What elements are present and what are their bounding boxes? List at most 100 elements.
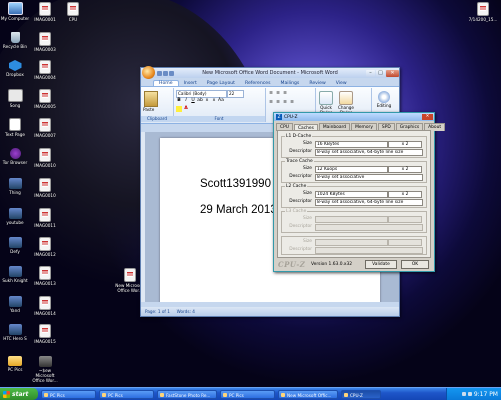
- taskbar-item-pc-pics-3[interactable]: PC Pics: [220, 389, 275, 399]
- windows-logo-icon: [3, 390, 10, 398]
- l2-cache-group: L2 Cache Size 1024 KBytes x 2 Descriptor 8-…: [281, 184, 427, 208]
- desktop-icon-imag0014[interactable]: IMAG0014: [30, 296, 60, 316]
- l2-descriptor-label: Descriptor: [289, 199, 312, 204]
- desktop-icon-text-page[interactable]: Text Page: [0, 118, 30, 137]
- image-file-icon: [39, 148, 51, 162]
- taskbar-item-cpuz[interactable]: CPU-Z: [341, 389, 381, 399]
- system-tray: 9:17 PM: [446, 388, 501, 400]
- image-file-icon: [39, 237, 51, 251]
- desktop-icon-youtube[interactable]: youtube: [0, 208, 30, 225]
- highlight-color-button[interactable]: [176, 106, 182, 112]
- underline-button[interactable]: U: [190, 98, 196, 104]
- word-status-bar: Page: 1 of 1 Words: 4: [141, 307, 399, 316]
- paste-icon[interactable]: [144, 91, 158, 107]
- editing-button[interactable]: Editing: [375, 91, 393, 109]
- close-button[interactable]: ✕: [386, 69, 399, 77]
- trace-size-value: 12 Kuops: [315, 166, 388, 173]
- change-styles-icon: [339, 91, 353, 105]
- bullets-icon[interactable]: ≡: [268, 91, 274, 97]
- desktop-icon-imag0003[interactable]: IMAG0003: [30, 32, 60, 52]
- font-size-select[interactable]: 22: [227, 90, 244, 98]
- taskbar-item-faststone[interactable]: FastStone Photo Re...: [157, 389, 217, 399]
- cpuz-close-button[interactable]: ✕: [422, 114, 433, 120]
- desktop-icon-imag0005[interactable]: IMAG0005: [30, 89, 60, 109]
- cpuz-caches-panel: L1 D-Cache Size 16 KBytes x 2 Descriptor 8-…: [277, 130, 431, 258]
- word-title-bar[interactable]: New Microsoft Office Word Document - Mic…: [141, 65, 399, 79]
- italic-button[interactable]: I: [183, 98, 189, 104]
- desktop-icon-recycle-bin[interactable]: Recycle Bin: [0, 32, 30, 49]
- desktop-icon-thing[interactable]: Thing: [0, 178, 30, 195]
- align-center-icon[interactable]: ≡: [275, 100, 281, 106]
- desktop-icon-pc-pics[interactable]: PC Pics: [0, 356, 30, 372]
- cpuz-version: Version 1.63.0.x32: [311, 262, 353, 267]
- desktop-icon-imag0004[interactable]: IMAG0004: [30, 60, 60, 80]
- desktop-icon-tor-browser[interactable]: Tor Browser: [0, 148, 30, 165]
- desktop-icon-defy[interactable]: Defy: [0, 237, 30, 254]
- save-icon[interactable]: [157, 70, 162, 76]
- office-button-icon[interactable]: [142, 65, 155, 79]
- volume-icon[interactable]: [467, 392, 472, 396]
- desktop-icon-song[interactable]: Song: [0, 89, 30, 108]
- taskbar-item-pc-pics-1[interactable]: PC Pics: [41, 389, 96, 399]
- align-left-icon[interactable]: ≡: [268, 100, 274, 106]
- desktop-icon-imag0013[interactable]: IMAG0013: [30, 266, 60, 286]
- multilevel-list-icon[interactable]: ≡: [282, 91, 288, 97]
- desktop-icon-sukh-knight[interactable]: Sukh Knight: [0, 266, 30, 283]
- desktop-icon-imag0010[interactable]: IMAG0010: [30, 148, 60, 168]
- document-icon: [67, 2, 79, 16]
- image-file-icon: [39, 324, 51, 338]
- status-word-count[interactable]: Words: 4: [177, 309, 195, 314]
- start-button[interactable]: start: [0, 388, 38, 400]
- taskbar-item-pc-pics-2[interactable]: PC Pics: [99, 389, 154, 399]
- app-icon: [8, 237, 22, 248]
- taskbar-item-word[interactable]: New Microsoft Offic...: [278, 389, 338, 399]
- cpuz-window[interactable]: Z CPU-Z ✕ CPU Caches Mainboard Memory SP…: [273, 112, 446, 272]
- image-file-icon: [39, 32, 51, 46]
- desktop-icon-imag0010-b[interactable]: IMAG0010: [30, 178, 60, 198]
- clock[interactable]: 9:17 PM: [474, 391, 498, 398]
- desktop-icon-imag0012[interactable]: IMAG0012: [30, 237, 60, 257]
- justify-icon[interactable]: ≡: [289, 100, 295, 106]
- desktop-icon-dropbox[interactable]: Dropbox: [0, 60, 30, 77]
- recycle-bin-icon: [10, 32, 20, 43]
- desktop-icon-htc-hero-s[interactable]: HTC Hero S: [0, 324, 30, 341]
- align-right-icon[interactable]: ≡: [282, 100, 288, 106]
- subscript-button[interactable]: x: [204, 98, 210, 104]
- paste-button[interactable]: Paste: [143, 107, 154, 112]
- trace-descriptor-value: 8-way set associative: [315, 174, 423, 181]
- desktop-icon-imag0007[interactable]: IMAG0007: [30, 118, 60, 138]
- status-page-count[interactable]: Page: 1 of 1: [145, 309, 170, 314]
- batch-file-icon: [38, 356, 52, 367]
- app-icon: [8, 208, 22, 219]
- cpuz-title-bar[interactable]: Z CPU-Z ✕: [274, 113, 434, 121]
- strikethrough-button[interactable]: ab: [197, 98, 203, 104]
- desktop-icon-imag0001[interactable]: IMAG0001: [30, 2, 60, 22]
- font-color-button[interactable]: A: [183, 106, 189, 112]
- trace-descriptor-label: Descriptor: [289, 174, 312, 179]
- validate-button[interactable]: Validate: [365, 260, 397, 269]
- document-line-date[interactable]: 29 March 2013: [200, 204, 277, 216]
- l1-descriptor-value: 8-way set associative, 64-byte line size: [315, 149, 423, 156]
- redo-icon[interactable]: [169, 70, 174, 76]
- numbering-icon[interactable]: ≡: [275, 91, 281, 97]
- l3-size-label: Size: [302, 216, 312, 221]
- bold-button[interactable]: B: [176, 98, 182, 104]
- minimize-button[interactable]: –: [366, 69, 375, 77]
- change-case-button[interactable]: Aa: [218, 98, 224, 104]
- app-icon: [8, 296, 22, 307]
- desktop-icon-my-computer[interactable]: My Computer: [0, 2, 30, 21]
- maximize-button[interactable]: □: [376, 69, 385, 77]
- desktop-icon-imag0011[interactable]: IMAG0011: [30, 208, 60, 228]
- desktop-icon-temp-word-file[interactable]: ~$ew Microsoft Office Wor...: [30, 356, 60, 383]
- desktop-icon-imag0015[interactable]: IMAG0015: [30, 324, 60, 344]
- music-file-icon: [7, 89, 23, 102]
- font-name-select[interactable]: Calibri (Body): [176, 90, 227, 98]
- ok-button[interactable]: OK: [401, 260, 429, 269]
- desktop-icon-file-7-14200[interactable]: 7/14200_15...: [468, 2, 498, 22]
- desktop-icon-yand[interactable]: Yand: [0, 296, 30, 313]
- undo-icon[interactable]: [163, 70, 168, 76]
- document-line-name[interactable]: Scott1391990: [200, 178, 271, 190]
- network-icon[interactable]: [461, 392, 466, 396]
- desktop-icon-cpu[interactable]: CPU: [58, 2, 88, 22]
- superscript-button[interactable]: x: [211, 98, 217, 104]
